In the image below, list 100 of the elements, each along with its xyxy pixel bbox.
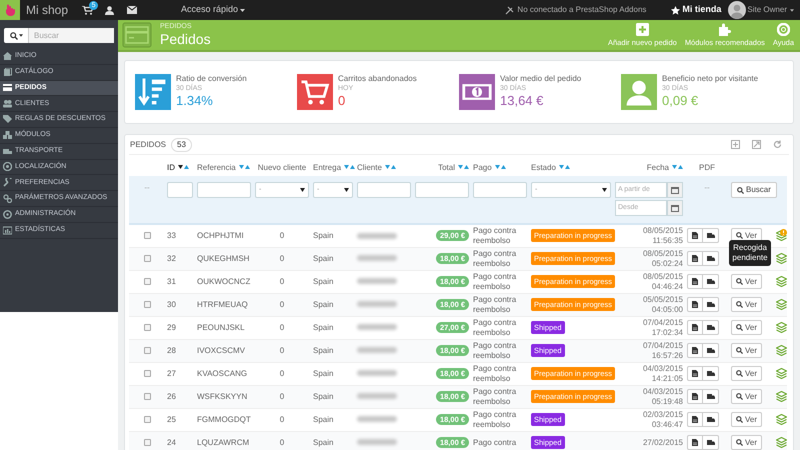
order-id: 31 xyxy=(167,276,176,286)
column-header: Entrega xyxy=(311,159,355,176)
order-reference: PEOUNJSKL xyxy=(197,322,245,332)
column-header: Cliente xyxy=(355,159,413,176)
page-title: Pedidos xyxy=(160,31,212,48)
order-date: 07/04/2015 xyxy=(642,340,683,350)
view-button[interactable]: Ver xyxy=(731,320,762,335)
kpi-value: 0 xyxy=(338,93,346,108)
order-reference: OUKWOCNCZ xyxy=(197,276,250,286)
search-field[interactable]: Buscar xyxy=(4,28,114,43)
new-customer-value: 0 xyxy=(280,300,284,308)
new-customer-value: 0 xyxy=(280,392,284,400)
kpi-title: Ratio de conversión xyxy=(176,74,247,84)
order-date: 08/05/2015 xyxy=(642,248,683,258)
order-id: 25 xyxy=(167,414,176,424)
column-header: Referencia xyxy=(195,159,253,176)
order-reference: LQUZAWRCM xyxy=(197,438,250,446)
column-header: Pago xyxy=(471,159,529,176)
order-id: 28 xyxy=(167,346,176,354)
view-button[interactable]: Ver xyxy=(731,343,762,358)
order-time: 03:46:47 xyxy=(650,420,683,430)
kpi-title: Carritos abandonados xyxy=(338,74,417,84)
payment-method: Pago contra reembolso xyxy=(473,410,518,430)
store-link[interactable]: Mi tienda xyxy=(682,3,722,17)
addons-status[interactable]: No conectado a PrestaShop Addons xyxy=(517,4,646,16)
view-button[interactable]: Ver xyxy=(731,297,762,312)
order-id: 27 xyxy=(167,368,176,378)
order-reference: WSFKSKYYN xyxy=(197,392,248,400)
delivery-country: Spain xyxy=(313,414,334,424)
order-id: 33 xyxy=(167,230,176,240)
order-date: 05/05/2015 xyxy=(642,294,683,304)
order-date: 08/05/2015 xyxy=(642,226,683,236)
delivery-country: Spain xyxy=(313,346,334,354)
delivery-country: Spain xyxy=(313,368,334,378)
column-header: ID xyxy=(165,159,195,176)
order-date: 08/05/2015 xyxy=(642,272,683,282)
order-time: 04:46:24 xyxy=(650,282,683,292)
payment-method: Pago contra xyxy=(473,438,518,448)
new-customer-value: 0 xyxy=(280,346,284,354)
order-date: 04/03/2015 xyxy=(642,386,683,396)
order-id: 29 xyxy=(167,322,176,332)
delivery-country: Spain xyxy=(313,322,334,332)
view-button[interactable]: Ver xyxy=(731,435,762,450)
view-button[interactable]: Ver xyxy=(731,366,762,381)
column-header: Fecha xyxy=(613,159,685,176)
kpi-title: Valor medio del pedido xyxy=(500,74,582,84)
payment-method: Pago contra reembolso xyxy=(473,318,518,338)
order-date: 04/03/2015 xyxy=(642,364,683,374)
payment-method: Pago contra reembolso xyxy=(473,340,518,360)
order-time: 04:05:00 xyxy=(650,304,683,314)
payment-method: Pago contra reembolso xyxy=(473,248,518,268)
kpi-value: 1.34% xyxy=(176,93,214,108)
order-reference: IVOXCSCMV xyxy=(197,346,246,354)
order-id: 26 xyxy=(167,392,176,400)
delivery-country: Spain xyxy=(313,392,334,400)
shop-name[interactable]: Mi shop xyxy=(26,1,68,19)
payment-method: Pago contra reembolso xyxy=(473,272,518,292)
payment-method: Pago contra reembolso xyxy=(473,386,518,406)
search-button[interactable]: Buscar xyxy=(731,182,777,198)
order-time: 05:02:24 xyxy=(650,258,683,268)
order-time: 14:21:05 xyxy=(650,374,683,384)
order-time: 16:57:26 xyxy=(650,350,683,360)
delivery-country: Spain xyxy=(313,300,334,308)
delivery-country: Spain xyxy=(313,230,334,240)
kpi-value: 13,64 € xyxy=(500,93,544,108)
order-reference: HTRFMEUAQ xyxy=(197,300,248,308)
order-id: 24 xyxy=(167,438,176,446)
user-menu[interactable]: Site Owner xyxy=(747,4,794,16)
payment-method: Pago contra reembolso xyxy=(473,226,518,246)
order-date: 02/03/2015 xyxy=(642,410,683,420)
new-customer-value: 0 xyxy=(280,438,284,446)
view-button[interactable]: Ver xyxy=(731,389,762,404)
order-time: 05:19:48 xyxy=(650,396,683,406)
column-header: Nuevo cliente xyxy=(253,159,311,176)
pdf-dash: -- xyxy=(704,183,710,192)
order-reference: FGMMOGDQT xyxy=(197,414,251,424)
order-reference: QUKEGHMSH xyxy=(197,254,250,262)
column-header: PDF xyxy=(685,159,729,176)
kpi-title: Beneficio neto por visitante xyxy=(662,74,758,84)
new-customer-value: 0 xyxy=(280,368,284,378)
order-id: 32 xyxy=(167,254,176,262)
new-customer-value: 0 xyxy=(280,254,284,262)
delivery-country: Spain xyxy=(313,276,334,286)
order-id: 30 xyxy=(167,300,176,308)
new-customer-value: 0 xyxy=(280,276,284,286)
panel-title: PEDIDOS xyxy=(130,138,166,150)
order-reference: KVAOSCANG xyxy=(197,368,248,378)
order-time: 17:02:34 xyxy=(650,328,683,338)
kpi-value: 0,09 € xyxy=(662,93,700,108)
delivery-country: Spain xyxy=(313,438,334,446)
new-customer-value: 0 xyxy=(280,322,284,332)
delivery-country: Spain xyxy=(313,254,334,262)
order-reference: OCHPHJTMI xyxy=(197,230,244,240)
payment-method: Pago contra reembolso xyxy=(473,364,518,384)
column-header: Estado xyxy=(529,159,613,176)
payment-method: Pago contra reembolso xyxy=(473,294,518,314)
view-button[interactable]: Ver xyxy=(731,274,762,289)
column-header: Total xyxy=(413,159,471,176)
new-customer-value: 0 xyxy=(280,230,284,240)
view-button[interactable]: Ver xyxy=(731,412,762,427)
